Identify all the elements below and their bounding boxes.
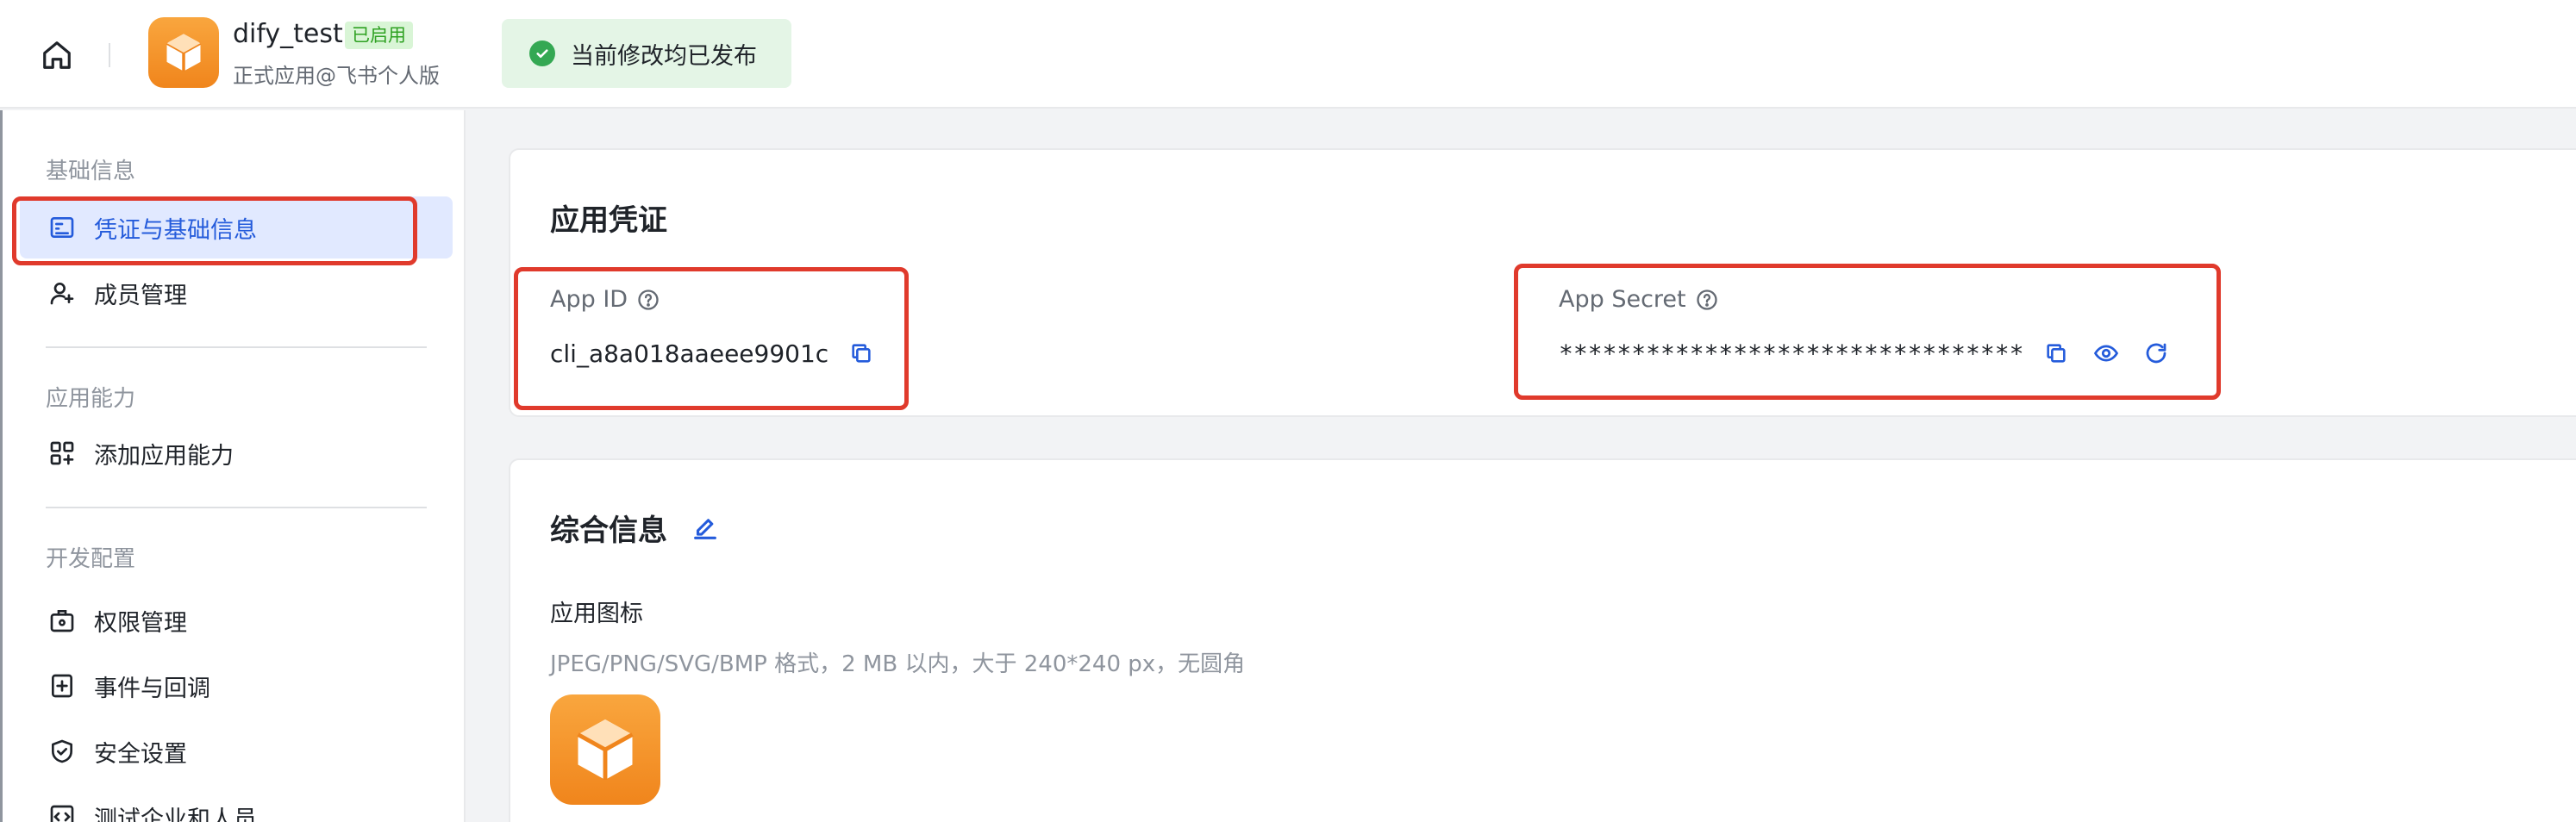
help-icon[interactable] [636, 288, 660, 312]
copy-icon [2047, 344, 2066, 363]
add-capability-icon [46, 437, 78, 470]
sidebar-item-label: 权限管理 [94, 609, 187, 637]
home-button[interactable] [34, 34, 79, 76]
sidebar-item-label: 成员管理 [94, 282, 187, 309]
home-icon [43, 41, 71, 69]
divider [109, 43, 110, 67]
check-circle-icon [529, 40, 555, 66]
test-icon [46, 800, 78, 822]
sidebar: 基础信息 凭证与基础信息 成员管理 应用能力 添加应用能力 开发配置 权限管理 … [0, 110, 466, 822]
sidebar-group-title: 应用能力 [46, 386, 136, 412]
permission-icon [46, 604, 78, 637]
copy-app-secret-button[interactable] [2039, 336, 2073, 371]
sidebar-separator [46, 507, 427, 508]
app-icon-label: 应用图标 [550, 601, 643, 627]
app-subtitle: 正式应用@飞书个人版 [233, 64, 440, 88]
app-secret-label: App Secret [1559, 286, 1719, 313]
eye-icon [2094, 345, 2119, 362]
app-id-value: cli_a8a018aaeee9901c [550, 339, 829, 368]
publish-status-text: 当前修改均已发布 [571, 42, 757, 70]
sidebar-item-security[interactable]: 安全设置 [20, 720, 453, 782]
sidebar-item-credentials[interactable]: 凭证与基础信息 [20, 196, 453, 258]
sidebar-item-add-capability[interactable]: 添加应用能力 [20, 422, 453, 484]
general-info-header: 综合信息 [550, 507, 722, 549]
refresh-icon [2147, 343, 2166, 364]
help-icon[interactable] [1695, 288, 1719, 312]
top-bar: dify_test 已启用 正式应用@飞书个人版 当前修改均已发布 [0, 0, 2576, 109]
copy-app-id-button[interactable] [844, 336, 878, 371]
app-icon-hint: JPEG/PNG/SVG/BMP 格式，2 MB 以内，大于 240*240 p… [550, 651, 1246, 677]
edit-icon [694, 518, 716, 539]
sidebar-item-label: 安全设置 [94, 740, 187, 768]
app-secret-value-row: ******************************** [1559, 336, 2173, 371]
reset-secret-button[interactable] [2139, 336, 2173, 371]
box-icon [577, 719, 634, 780]
credentials-card [509, 148, 2576, 417]
shield-icon [46, 735, 78, 768]
publish-status-banner: 当前修改均已发布 [502, 19, 791, 88]
sidebar-item-label: 添加应用能力 [94, 442, 234, 470]
box-icon [166, 34, 202, 72]
sidebar-separator [46, 346, 427, 348]
copy-icon [852, 344, 871, 363]
sidebar-item-members[interactable]: 成员管理 [20, 262, 453, 324]
credential-icon [46, 211, 78, 244]
sidebar-item-permissions[interactable]: 权限管理 [20, 589, 453, 651]
app-id-value-row: cli_a8a018aaeee9901c [550, 336, 878, 371]
app-name: dify_test [233, 19, 343, 49]
edit-info-button[interactable] [688, 511, 722, 545]
app-secret-label-text: App Secret [1559, 286, 1686, 313]
sidebar-item-events[interactable]: 事件与回调 [20, 655, 453, 717]
sidebar-item-label: 凭证与基础信息 [94, 216, 257, 244]
status-badge: 已启用 [345, 22, 413, 49]
sidebar-group-title: 基础信息 [46, 159, 136, 184]
app-id-label: App ID [550, 286, 660, 313]
app-icon-upload[interactable] [550, 694, 660, 805]
general-info-title: 综合信息 [550, 514, 667, 548]
credentials-title: 应用凭证 [550, 203, 667, 238]
event-icon [46, 669, 78, 702]
show-secret-button[interactable] [2089, 336, 2123, 371]
app-id-label-text: App ID [550, 286, 628, 313]
app-secret-value: ******************************** [1559, 339, 2024, 368]
app-logo [148, 17, 219, 88]
sidebar-group-title: 开发配置 [46, 546, 136, 572]
general-info-card [509, 458, 2576, 822]
sidebar-item-label: 事件与回调 [94, 675, 210, 702]
sidebar-item-label: 测试企业和人员 [94, 806, 257, 822]
sidebar-item-test-org[interactable]: 测试企业和人员 [20, 786, 453, 822]
member-icon [46, 277, 78, 309]
